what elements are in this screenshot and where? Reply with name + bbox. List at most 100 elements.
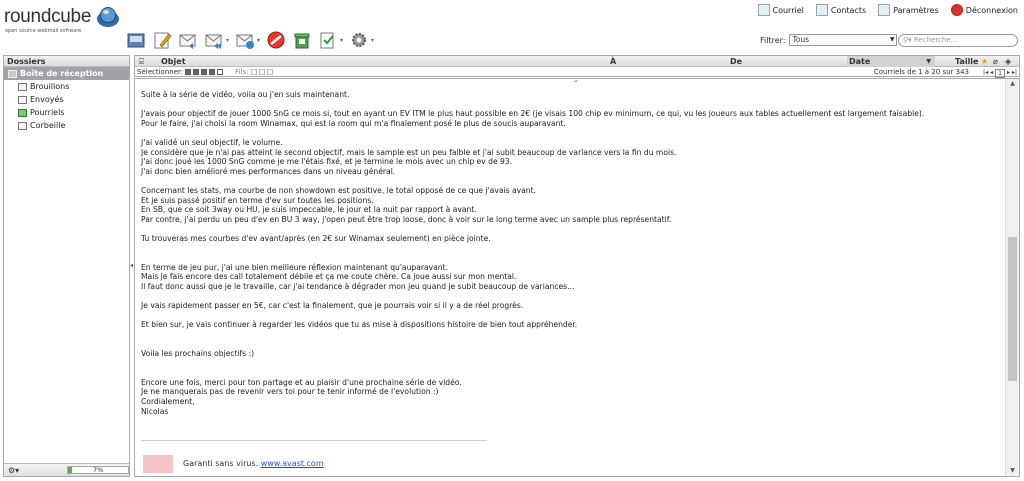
more-dropdown-icon[interactable]: ▾ (371, 37, 374, 44)
reply-icon (179, 34, 196, 49)
mark-button[interactable] (318, 30, 338, 50)
next-page-icon[interactable]: ▸ (1007, 68, 1010, 78)
reply-button[interactable] (178, 30, 198, 50)
filter-select[interactable]: Tous ▼ (789, 34, 898, 46)
preview-scrollbar[interactable]: ▲ ▼ (1005, 79, 1019, 476)
message-line: Suite à la série de vidéo, voila ou j'en… (141, 90, 350, 99)
message-body: Suite à la série de vidéo, voila ou j'en… (141, 90, 1001, 416)
message-preview: ⌄ Suite à la série de vidéo, voila ou j'… (134, 78, 1020, 477)
junk-icon (294, 33, 310, 49)
message-line: Voila les prochains objectifs :) (141, 349, 255, 359)
flag-star-icon[interactable]: ★ (981, 56, 988, 67)
scroll-up-icon[interactable]: ▲ (1006, 79, 1019, 89)
threads-collapse-icon[interactable] (258, 69, 265, 75)
compose-button[interactable] (152, 30, 172, 50)
col-date[interactable]: Date ▼ (847, 56, 935, 67)
avast-link[interactable]: www.avast.com (261, 459, 324, 468)
nav-courriel[interactable]: Courriel (757, 4, 804, 16)
settings-icon (878, 4, 891, 16)
message-line (141, 359, 1001, 369)
reply-all-button[interactable] (204, 30, 224, 50)
more-button[interactable] (349, 30, 369, 50)
nav-deconnexion[interactable]: Déconnexion (950, 4, 1018, 16)
list-options-icon[interactable]: ◈ (1005, 56, 1011, 67)
delete-button[interactable] (266, 30, 286, 50)
threads-label: Fils: (235, 68, 249, 76)
message-line: Et bien sur, je vais continuer à regarde… (141, 320, 578, 330)
col-from[interactable]: De (730, 56, 742, 67)
message-line: Nicolas (141, 406, 169, 416)
message-line: J'avais pour objectif de jouer 1000 SnG … (141, 109, 925, 119)
forward-button[interactable] (235, 30, 255, 50)
mark-dropdown-icon[interactable]: ▾ (340, 37, 343, 44)
last-page-icon[interactable]: ▸| (1012, 68, 1017, 78)
col-subject[interactable]: Objet (161, 56, 186, 67)
message-line: Concernant les stats, ma courbe de non s… (141, 185, 536, 195)
folder-trash-label: Corbeille (30, 121, 66, 130)
forward-dropdown-icon[interactable]: ▾ (257, 37, 260, 44)
folder-drafts[interactable]: Brouillons (4, 80, 129, 93)
message-line: En SB, que ce soit 3way ou HU, je suis i… (141, 205, 477, 215)
mark-icon (320, 32, 334, 49)
message-line: Pour le faire, j'ai choisi la room Winam… (141, 118, 566, 128)
sent-icon (18, 95, 27, 104)
panel-splitter-icon[interactable]: ◂ (130, 262, 133, 269)
sort-desc-icon: ▼ (926, 58, 931, 65)
folder-actions-gear-icon[interactable]: ⚙▾ (8, 466, 19, 475)
col-date-label: Date (849, 57, 871, 66)
message-list-header: ⌸ Objet À De Date ▼ Taille ★ ⌀ ◈ Sélecti… (134, 55, 1020, 78)
first-page-icon[interactable]: |◂ (983, 68, 988, 78)
message-line: Cordialement, (141, 397, 195, 406)
col-to[interactable]: À (610, 56, 616, 67)
check-mail-button[interactable] (126, 30, 146, 50)
select-none-icon[interactable] (217, 69, 224, 75)
reply-all-dropdown-icon[interactable]: ▾ (226, 37, 229, 44)
message-line (141, 253, 1001, 263)
folder-sent[interactable]: Envoyés (4, 93, 129, 106)
select-label: Sélectionner: (137, 68, 184, 76)
logout-icon (950, 4, 963, 16)
folder-junk[interactable]: Pourriels (4, 106, 129, 119)
message-line: Il faut donc aussi que je le travaille, … (141, 281, 575, 291)
scroll-down-icon[interactable]: ▼ (1006, 466, 1019, 476)
search-placeholder: Recherche... (913, 36, 958, 44)
nav-parametres[interactable]: Paramètres (878, 4, 939, 16)
select-page-icon[interactable] (193, 69, 200, 75)
page-number[interactable]: 1 (995, 68, 1005, 78)
inbox-icon (8, 69, 17, 78)
compose-icon (154, 32, 172, 49)
select-all-icon[interactable] (185, 69, 192, 75)
nav-parametres-label: Paramètres (893, 5, 939, 15)
search-input[interactable]: ⚲▾ Recherche... (898, 34, 1018, 47)
junk-button[interactable] (292, 30, 312, 50)
message-line: Par contre, j'ai perdu un peu d'ev en BU… (141, 214, 672, 224)
message-line (141, 176, 1001, 186)
scroll-thumb[interactable] (1008, 237, 1017, 381)
logo-text: roundcube (4, 6, 92, 27)
folder-trash[interactable]: Corbeille (4, 119, 129, 132)
nav-contacts[interactable]: Contacts (815, 4, 867, 16)
prev-page-icon[interactable]: ◂ (990, 68, 993, 78)
drafts-pencil-icon (18, 82, 27, 91)
message-line (141, 128, 1001, 138)
thread-toggle-icon[interactable]: ⌸ (139, 56, 144, 67)
folder-inbox[interactable]: Boîte de réception (4, 67, 129, 80)
message-line: Je ne manquerais pas de revenir vers toi… (141, 387, 439, 397)
avast-text: Garanti sans virus. (183, 459, 259, 468)
folder-panel-title: Dossiers (4, 56, 129, 67)
folder-sent-label: Envoyés (30, 95, 64, 104)
message-line (141, 330, 1001, 340)
select-unread-icon[interactable] (201, 69, 208, 75)
nav-contacts-label: Contacts (830, 5, 867, 15)
message-line: Mais je fais encore des call totalement … (141, 272, 517, 282)
roundcube-logo[interactable]: roundcube open source webmail software (4, 4, 124, 36)
threads-expand-icon[interactable] (250, 69, 257, 75)
message-line: J'ai donc joué les 1000 SnG comme je me … (141, 157, 513, 167)
col-size[interactable]: Taille (955, 56, 978, 67)
reply-all-icon (205, 34, 222, 49)
select-flagged-icon[interactable] (209, 69, 216, 75)
filter-label: Filtrer: (760, 35, 786, 45)
mail-toolbar: ▾ ▾ ▾ ▾ (126, 30, 374, 50)
trash-icon (18, 121, 27, 130)
threads-unread-icon[interactable] (266, 69, 273, 75)
